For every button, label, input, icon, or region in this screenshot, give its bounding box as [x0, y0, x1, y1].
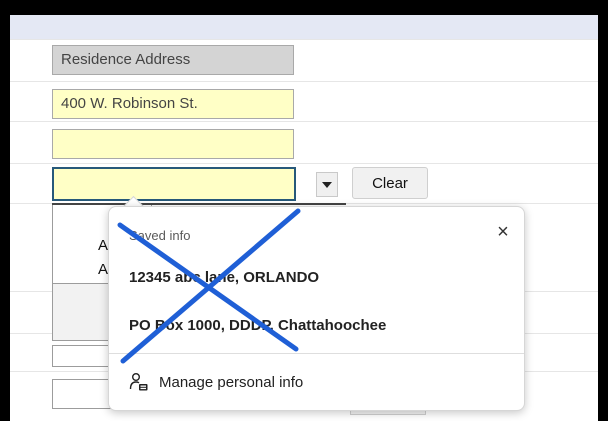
autofill-address-input[interactable] — [52, 167, 296, 201]
popup-title: Saved info — [129, 228, 191, 243]
address-line2-input[interactable] — [52, 129, 294, 159]
underlay-text: A — [98, 261, 109, 278]
row-divider — [10, 163, 598, 164]
underlay-text: A — [98, 237, 109, 254]
suggestion-item[interactable]: 12345 abc lane, ORLANDO — [129, 269, 319, 286]
manage-personal-info-icon — [129, 373, 148, 391]
address-line1-input[interactable]: 400 W. Robinson St. — [52, 89, 294, 119]
manage-personal-info-label: Manage personal info — [159, 373, 304, 391]
row-divider — [10, 81, 598, 82]
close-icon[interactable]: × — [493, 222, 513, 242]
residence-address-label: Residence Address — [52, 45, 294, 75]
suggestion-item[interactable]: PO Box 1000, DDDP, Chattahoochee — [129, 317, 386, 334]
manage-personal-info-button[interactable]: Manage personal info — [129, 367, 303, 397]
dropdown-toggle[interactable] — [316, 172, 338, 197]
popup-divider — [109, 353, 524, 354]
top-band — [10, 15, 598, 39]
clear-button[interactable]: Clear — [352, 167, 428, 199]
screen: Residence Address 400 W. Robinson St. Cl… — [10, 15, 598, 421]
caret-down-icon — [322, 181, 332, 188]
row-divider — [10, 121, 598, 122]
autofill-popup: Saved info × 12345 abc lane, ORLANDO PO … — [108, 206, 525, 411]
row-divider — [10, 39, 598, 40]
